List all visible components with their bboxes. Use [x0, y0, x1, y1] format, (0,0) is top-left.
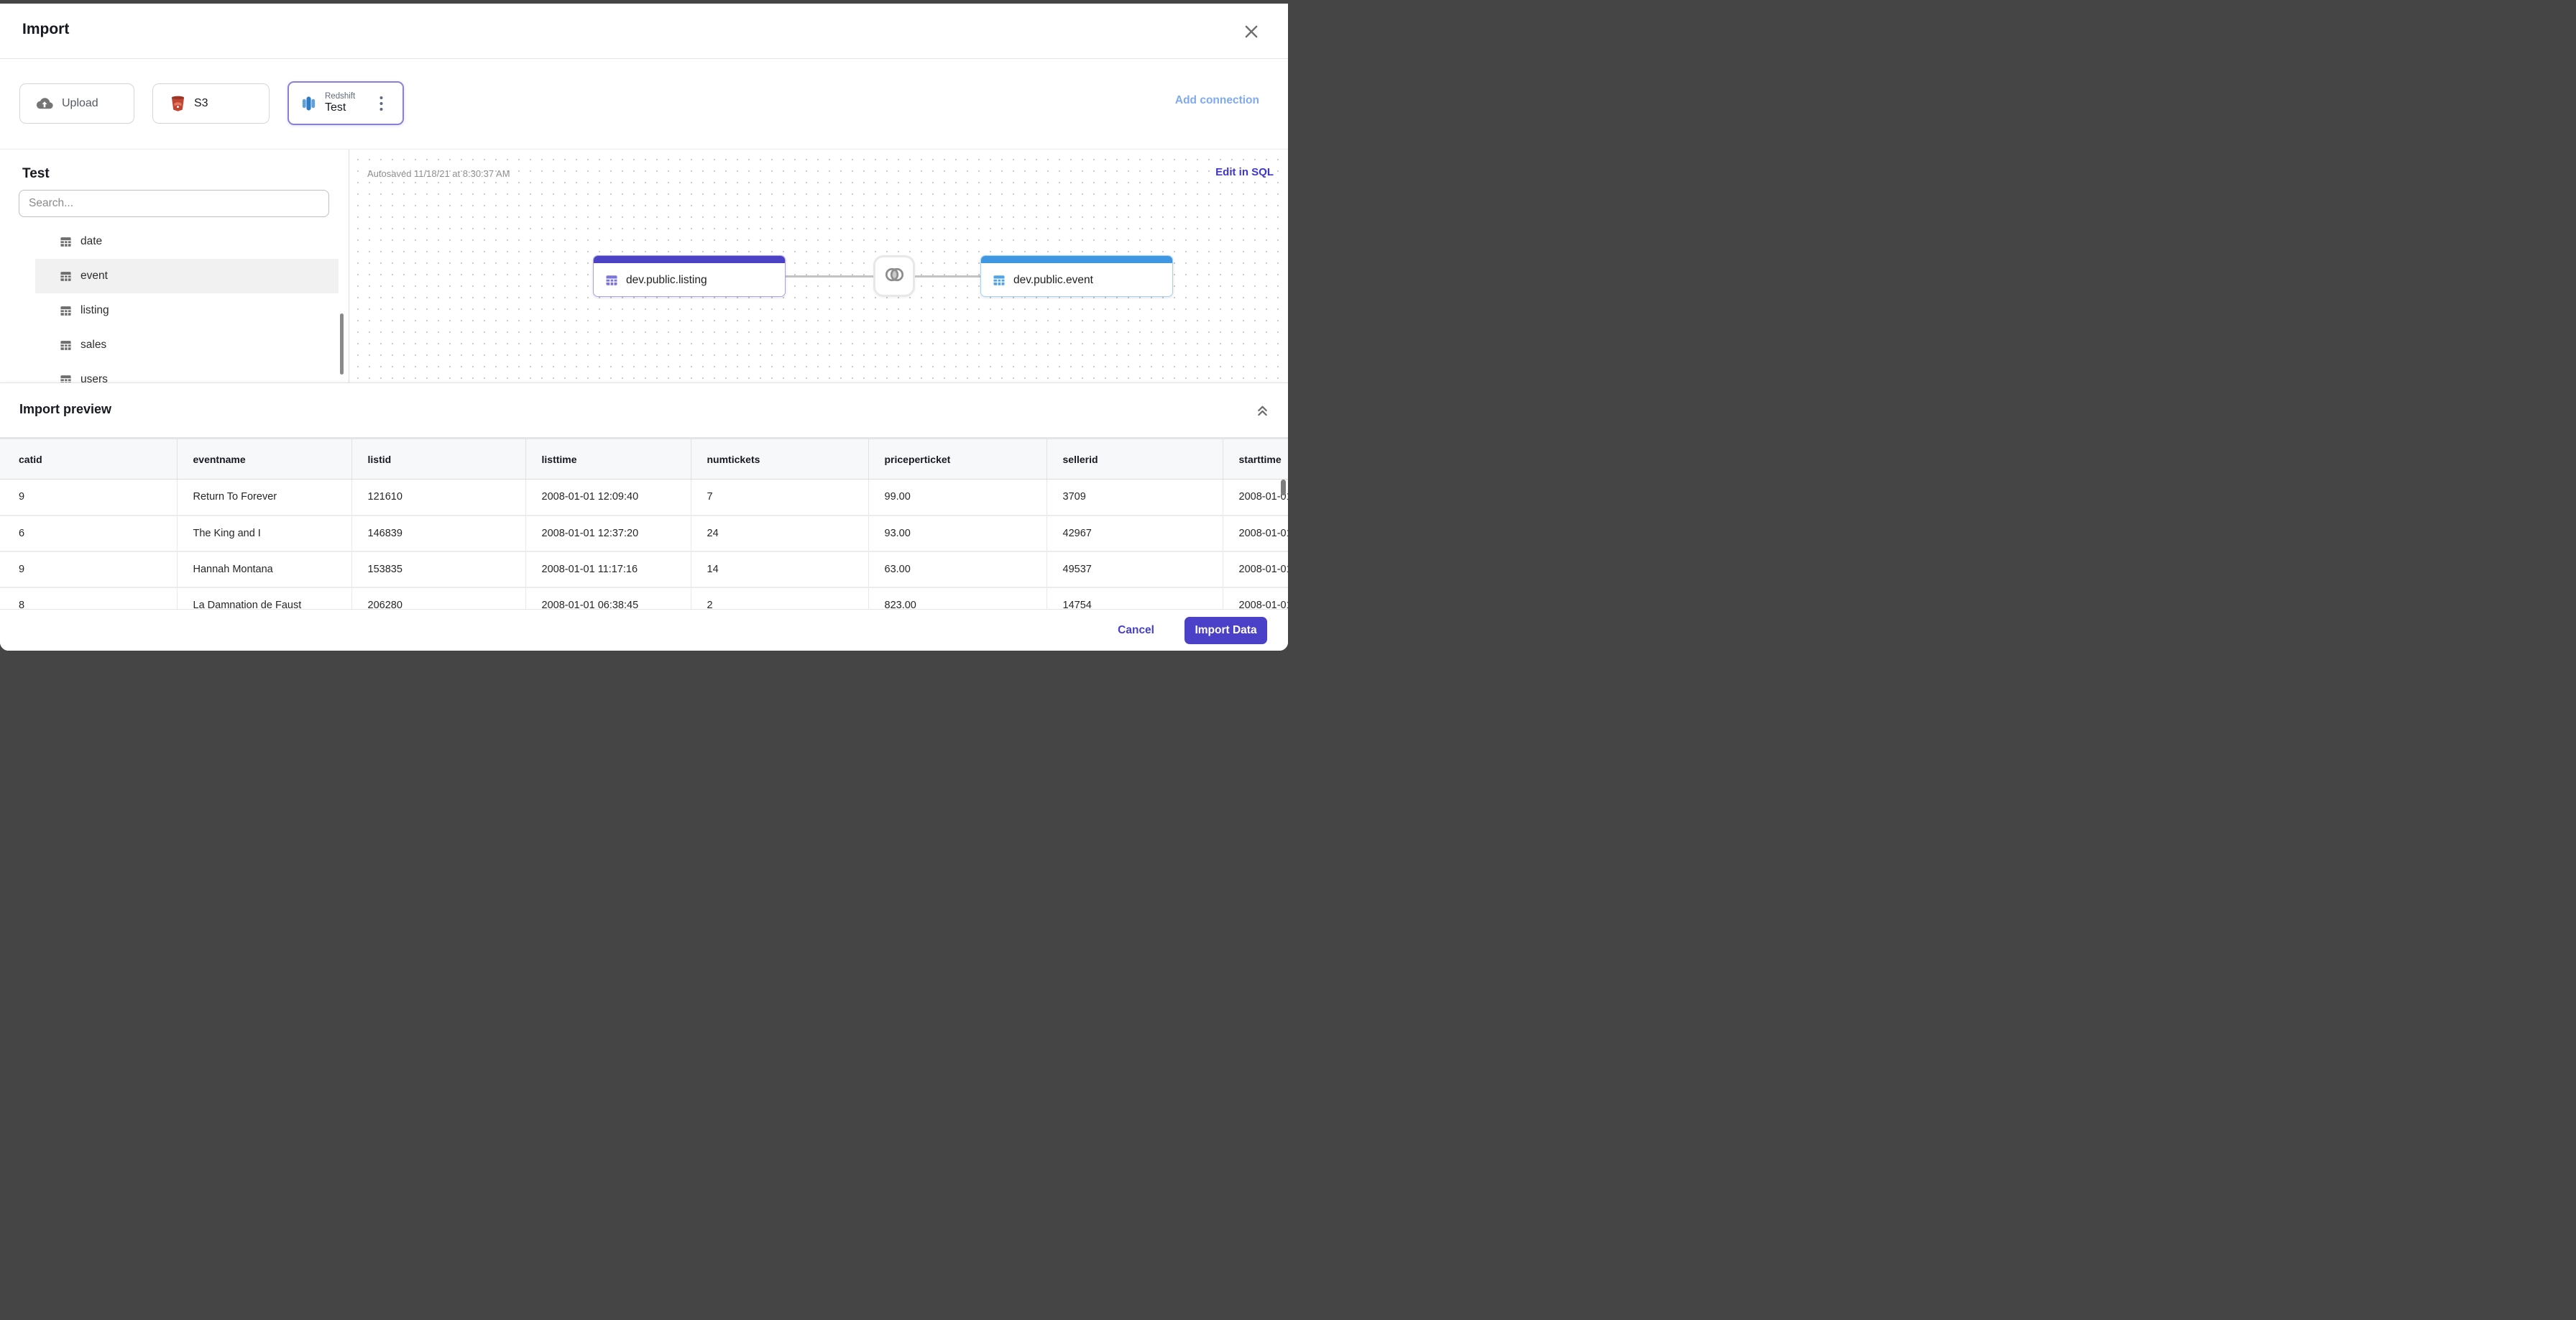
table-cell: 2008-01-01 1 — [1223, 515, 1288, 552]
connection-sources-row: Upload S3 Redshift Test Add connection — [0, 59, 1288, 149]
preview-table: catid eventname listid listtime numtickets pr… — [0, 437, 1288, 624]
modal-footer: Cancel Import Data — [0, 609, 1288, 651]
table-cell: The King and I — [177, 515, 352, 552]
sidebar-item-label: date — [80, 235, 103, 247]
table-cell: 6 — [0, 515, 178, 552]
table-cell: 2008-01-01 1 — [1223, 551, 1288, 588]
table-icon — [60, 270, 72, 283]
venn-join-icon — [883, 265, 906, 288]
table-cell: 9 — [0, 551, 178, 588]
column-header-listid: listid — [351, 437, 526, 480]
table-icon — [60, 374, 72, 382]
node-accent-bar — [981, 256, 1172, 263]
table-cell: 2008-01-01 12:37:20 — [525, 515, 691, 552]
table-node-event[interactable]: dev.public.event — [980, 255, 1173, 297]
sidebar-item-users[interactable]: users — [35, 362, 339, 382]
table-cell: 14 — [691, 551, 869, 588]
table-cell: Hannah Montana — [177, 551, 352, 588]
s3-source-button[interactable]: S3 — [152, 83, 270, 124]
table-cell: Return To Forever — [177, 479, 352, 516]
node-label: dev.public.event — [1013, 274, 1093, 286]
table-node-listing[interactable]: dev.public.listing — [593, 255, 786, 297]
table-cell: 3709 — [1046, 479, 1223, 516]
sidebar-item-event[interactable]: event — [35, 259, 339, 293]
collapse-chevrons-icon[interactable] — [1256, 403, 1269, 421]
close-icon[interactable] — [1243, 24, 1259, 40]
table-cell: 146839 — [351, 515, 526, 552]
sidebar-item-label: users — [80, 373, 108, 382]
join-connector-line — [786, 275, 873, 278]
table-cell: 63.00 — [868, 551, 1047, 588]
sidebar-item-label: listing — [80, 304, 109, 316]
preview-header-row: catid eventname listid listtime numtickets pr… — [0, 437, 1288, 480]
table-cell: 153835 — [351, 551, 526, 588]
table-cell: 2008-01-01 1 — [1223, 479, 1288, 516]
connection-title: Test — [22, 166, 50, 181]
schema-sidebar: Test date event listing sales users — [0, 150, 349, 382]
s3-label: S3 — [194, 97, 208, 109]
upload-source-button[interactable]: Upload — [19, 83, 134, 124]
main-split: Test date event listing sales users Autosave… — [0, 149, 1288, 382]
table-scrollbar[interactable] — [1281, 480, 1286, 495]
sidebar-item-date[interactable]: date — [35, 224, 339, 259]
node-label: dev.public.listing — [626, 274, 707, 286]
import-data-button[interactable]: Import Data — [1184, 616, 1267, 644]
table-icon — [60, 339, 72, 352]
table-cell: 2008-01-01 11:17:16 — [525, 551, 691, 588]
table-cell: 2008-01-01 12:09:40 — [525, 479, 691, 516]
modal-header: Import — [0, 4, 1288, 59]
table-icon — [993, 274, 1006, 287]
import-modal: Import Upload S3 Redshift Test Add conne… — [0, 4, 1288, 651]
sidebar-item-sales[interactable]: sales — [35, 328, 339, 362]
table-cell: 121610 — [351, 479, 526, 516]
column-header-priceperticket: priceperticket — [868, 437, 1047, 480]
sidebar-item-listing[interactable]: listing — [35, 293, 339, 328]
join-node[interactable] — [873, 255, 915, 297]
search-input[interactable] — [19, 190, 329, 217]
cloud-upload-icon — [36, 95, 53, 112]
page-title: Import — [22, 21, 70, 37]
table-cell: 7 — [691, 479, 869, 516]
table-row: 9 Return To Forever 121610 2008-01-01 12:09… — [0, 479, 1288, 516]
table-icon — [605, 274, 618, 287]
cancel-button[interactable]: Cancel — [1118, 624, 1154, 637]
table-cell: 93.00 — [868, 515, 1047, 552]
column-header-listtime: listtime — [525, 437, 691, 480]
sidebar-item-label: sales — [80, 339, 107, 351]
join-canvas[interactable]: Autosaved 11/18/21 at 8:30:37 AM Edit in… — [349, 150, 1288, 382]
table-cell: 42967 — [1046, 515, 1223, 552]
table-row: 9 Hannah Montana 153835 2008-01-01 11:17:16… — [0, 551, 1288, 588]
autosave-status: Autosaved 11/18/21 at 8:30:37 AM — [367, 168, 510, 179]
redshift-icon — [300, 95, 317, 112]
edit-in-sql-link[interactable]: Edit in SQL — [1215, 166, 1274, 178]
table-cell: 49537 — [1046, 551, 1223, 588]
table-row: 6 The King and I 146839 2008-01-01 12:37:20… — [0, 515, 1288, 552]
import-dialog-screen: Import Upload S3 Redshift Test Add conne… — [0, 0, 1288, 660]
redshift-connection-name: Test — [325, 101, 346, 114]
import-preview-title: Import preview — [19, 402, 112, 416]
join-connector-line — [915, 275, 980, 278]
node-accent-bar — [594, 256, 785, 263]
upload-label: Upload — [62, 97, 98, 109]
column-header-numtickets: numtickets — [691, 437, 869, 480]
table-cell: 24 — [691, 515, 869, 552]
table-icon — [60, 236, 72, 248]
column-header-starttime: starttime — [1223, 437, 1288, 480]
sidebar-scrollbar[interactable] — [340, 313, 344, 375]
column-header-catid: catid — [0, 437, 178, 480]
column-header-sellerid: sellerid — [1046, 437, 1223, 480]
column-header-eventname: eventname — [177, 437, 352, 480]
table-list: date event listing sales users — [35, 224, 339, 382]
table-cell: 99.00 — [868, 479, 1047, 516]
sidebar-item-label: event — [80, 270, 108, 282]
table-cell: 9 — [0, 479, 178, 516]
kebab-menu-icon[interactable] — [376, 96, 386, 111]
redshift-connection-card[interactable]: Redshift Test — [288, 81, 404, 125]
add-connection-link[interactable]: Add connection — [1175, 94, 1259, 107]
table-icon — [60, 305, 72, 317]
s3-bucket-icon — [170, 95, 185, 112]
redshift-type-label: Redshift — [325, 91, 356, 101]
